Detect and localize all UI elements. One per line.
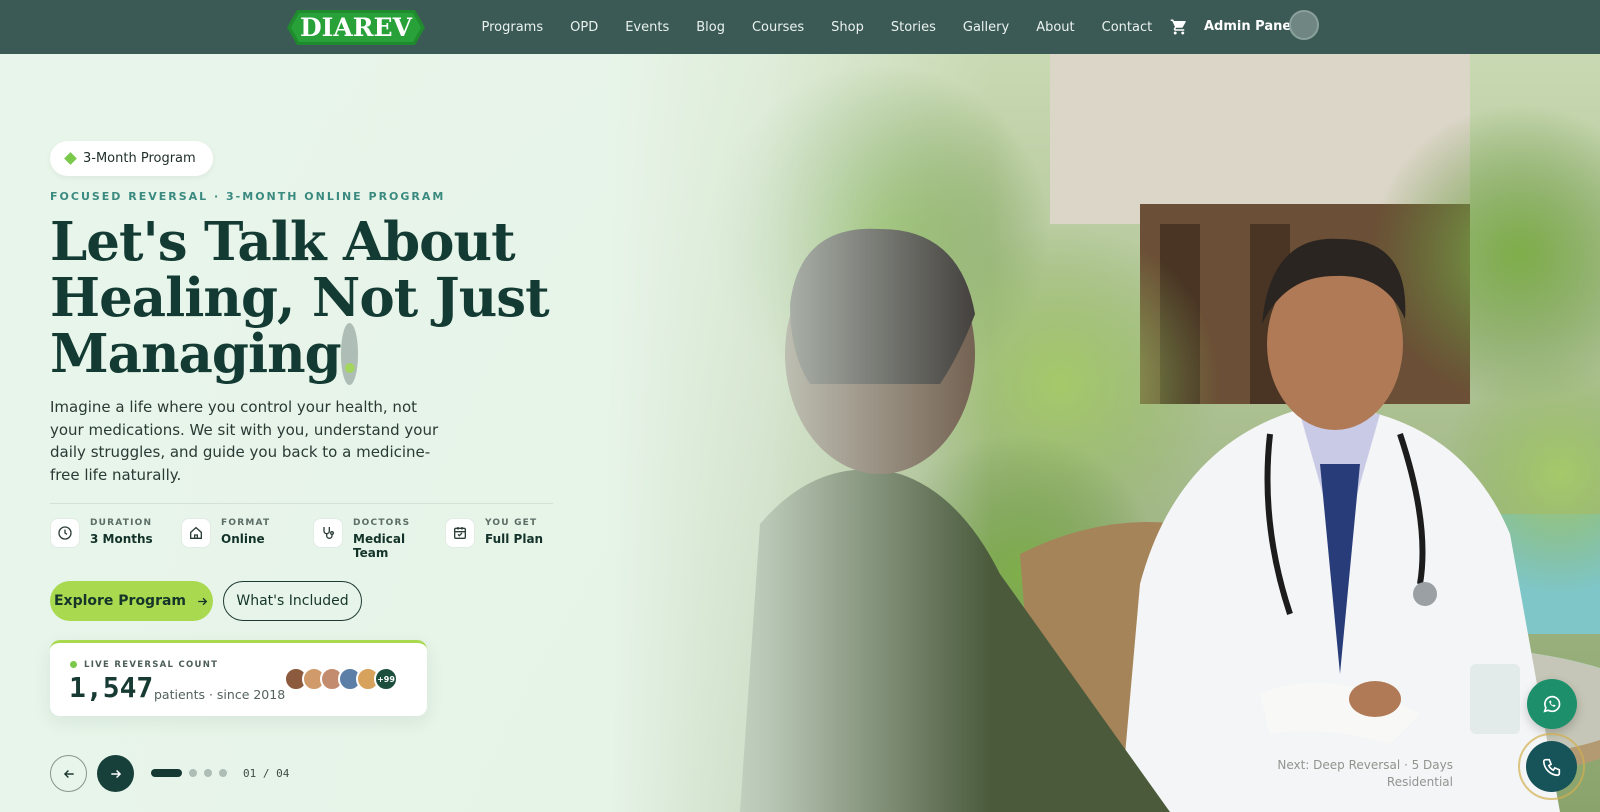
nav-opd[interactable]: OPD — [557, 20, 612, 35]
top-navbar: DIAREV Programs OPD Events Blog Courses … — [0, 0, 1600, 54]
stat-value: Online — [221, 532, 265, 546]
main-menu: Programs OPD Events Blog Courses Shop St… — [468, 0, 1166, 54]
cart-icon[interactable] — [1170, 18, 1188, 36]
arrow-right-icon — [110, 769, 121, 778]
next-slide-subtitle: Residential — [1386, 775, 1453, 789]
stat-label: YOU GET — [485, 518, 538, 528]
reversal-count: 1,547 — [69, 671, 154, 704]
whats-included-button[interactable]: What's Included — [223, 581, 362, 621]
nav-about[interactable]: About — [1023, 20, 1088, 35]
patient-avatars: +99 — [284, 667, 398, 691]
nav-contact[interactable]: Contact — [1088, 20, 1166, 35]
stat-duration: DURATION 3 Months — [50, 518, 153, 548]
headline-accent-dot: . — [340, 323, 359, 385]
hero-divider — [50, 503, 553, 504]
slide-dot-4[interactable] — [219, 769, 227, 777]
arrow-right-icon — [198, 597, 208, 605]
live-indicator-icon — [70, 661, 77, 668]
nav-courses[interactable]: Courses — [738, 20, 817, 35]
stat-label: DOCTORS — [353, 518, 411, 528]
call-button[interactable] — [1526, 741, 1577, 792]
live-count-label: LIVE REVERSAL COUNT — [84, 660, 219, 670]
live-reversal-card: LIVE REVERSAL COUNT 1,547 patients · sin… — [50, 640, 427, 716]
next-slide-prefix: Next: — [1277, 758, 1310, 772]
more-patients-badge: +99 — [374, 667, 398, 691]
slider-dots — [151, 769, 227, 777]
slide-dot-2[interactable] — [189, 769, 197, 777]
user-avatar[interactable] — [1289, 10, 1319, 40]
stat-value: Medical Team — [353, 532, 406, 560]
slider-prev-button[interactable] — [50, 755, 87, 792]
slide-dot-3[interactable] — [204, 769, 212, 777]
admin-panel-link[interactable]: Admin Panel — [1204, 19, 1296, 34]
program-stats: DURATION 3 Months FORMAT Online DOCTORS … — [50, 518, 570, 564]
hero-lead-text: Imagine a life where you control your he… — [50, 398, 439, 484]
program-pill: 3-Month Program — [50, 141, 213, 176]
phone-icon — [1542, 758, 1560, 776]
stethoscope-icon — [313, 518, 343, 548]
nav-programs[interactable]: Programs — [468, 20, 557, 35]
nav-shop[interactable]: Shop — [818, 20, 878, 35]
hero-headline: Let's Talk About Healing, Not Just Manag… — [50, 211, 570, 385]
stat-label: DURATION — [90, 518, 153, 528]
diarev-logo[interactable]: DIAREV — [287, 10, 425, 45]
headline-line-2: Healing, Not Just — [50, 267, 550, 329]
stat-doctors: DOCTORS Medical Team — [313, 518, 413, 560]
nav-stories[interactable]: Stories — [877, 20, 949, 35]
hero-eyebrow: FOCUSED REVERSAL · 3-MONTH ONLINE PROGRA… — [50, 190, 446, 203]
nav-gallery[interactable]: Gallery — [949, 20, 1022, 35]
slide-counter: 01 / 04 — [243, 767, 290, 780]
stat-value: 3 Months — [90, 532, 153, 546]
explore-program-button[interactable]: Explore Program — [50, 581, 213, 621]
nav-events[interactable]: Events — [612, 20, 683, 35]
calendar-icon — [445, 518, 475, 548]
explore-program-label: Explore Program — [53, 593, 187, 609]
program-pill-label: 3-Month Program — [83, 151, 196, 166]
stat-label: FORMAT — [221, 518, 271, 528]
whatsapp-icon — [1543, 695, 1561, 713]
home-icon — [181, 518, 211, 548]
whatsapp-button[interactable] — [1527, 679, 1577, 729]
nav-blog[interactable]: Blog — [683, 20, 739, 35]
headline-line-3: Managing — [50, 323, 342, 385]
stat-format: FORMAT Online — [181, 518, 270, 548]
reversal-count-subtitle: patients · since 2018 — [154, 687, 286, 702]
slide-dot-1[interactable] — [151, 769, 182, 777]
next-slide-title: Deep Reversal · 5 Days — [1313, 758, 1453, 772]
headline-line-1: Let's Talk About — [50, 211, 516, 273]
svg-text:DIAREV: DIAREV — [300, 13, 413, 42]
stat-you-get: YOU GET Full Plan — [445, 518, 543, 548]
stat-value: Full Plan — [485, 532, 544, 546]
diamond-icon — [64, 152, 77, 165]
next-slide-preview[interactable]: Next: Deep Reversal · 5 Days Residential — [1268, 757, 1453, 791]
clock-icon — [50, 518, 80, 548]
slider-next-button[interactable] — [97, 755, 134, 792]
arrow-left-icon — [63, 769, 74, 778]
